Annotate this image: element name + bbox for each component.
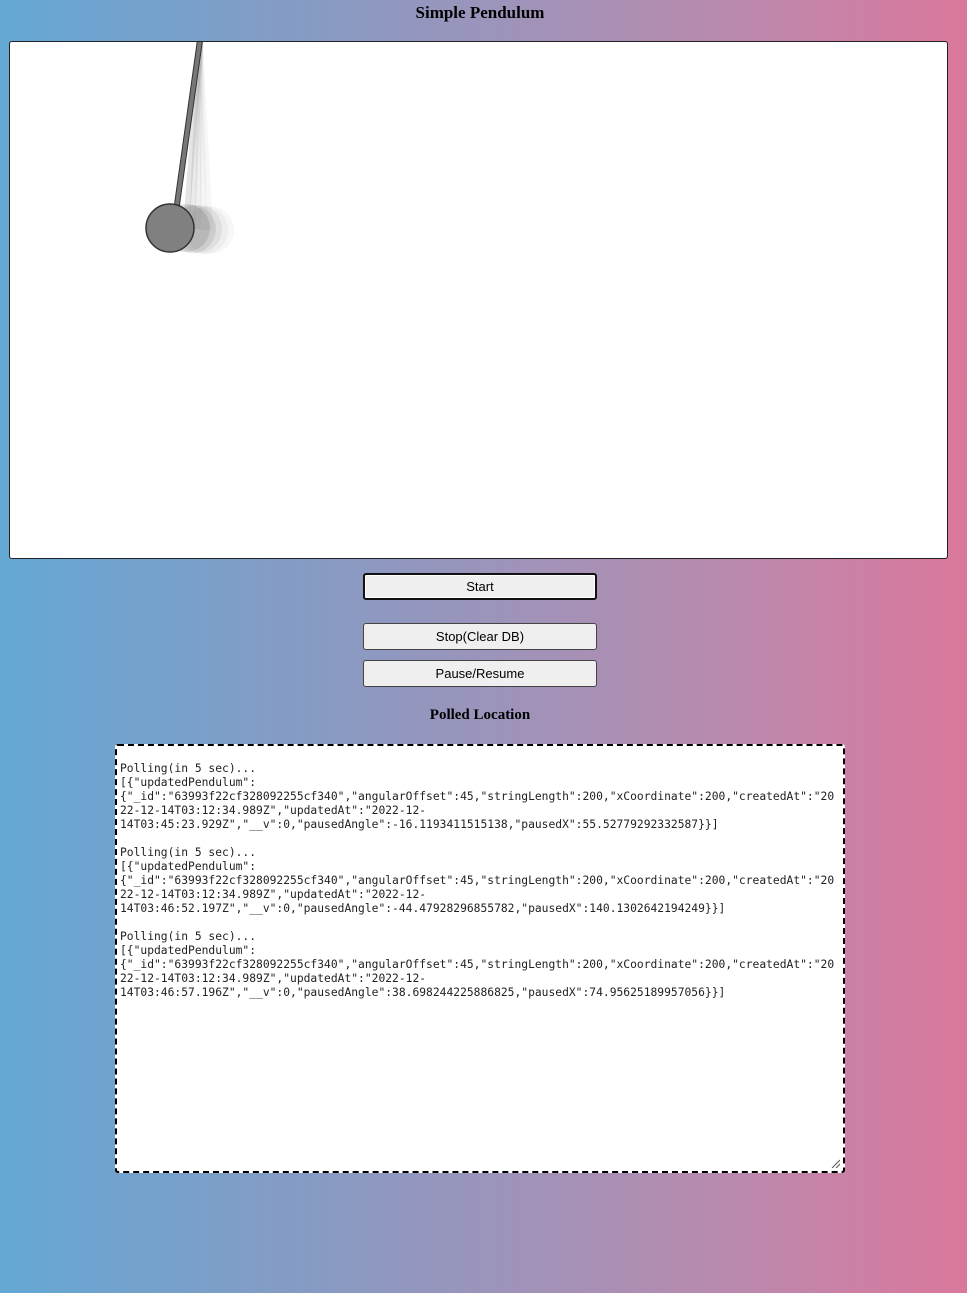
log-entry-status: Polling(in 5 sec)...	[120, 930, 257, 943]
polled-location-textarea[interactable]: Polling(in 5 sec)... [{"updatedPendulum"…	[115, 744, 845, 1173]
log-entry-status: Polling(in 5 sec)...	[120, 762, 257, 775]
log-entry-payload: [{"updatedPendulum": {"_id":"63993f22cf3…	[120, 944, 835, 999]
polled-location-heading: Polled Location	[429, 707, 531, 723]
log-entry-payload: [{"updatedPendulum": {"_id":"63993f22cf3…	[120, 860, 835, 915]
log-entry: Polling(in 5 sec)... [{"updatedPendulum"…	[120, 846, 840, 916]
log-entry-status: Polling(in 5 sec)...	[120, 846, 257, 859]
page-title: Simple Pendulum	[415, 3, 545, 22]
log-entry: Polling(in 5 sec)... [{"updatedPendulum"…	[120, 762, 840, 832]
start-button[interactable]: Start	[363, 573, 597, 600]
log-entry: Polling(in 5 sec)... [{"updatedPendulum"…	[120, 930, 840, 1000]
pendulum-bob	[145, 203, 195, 253]
stop-clear-db-button[interactable]: Stop(Clear DB)	[363, 623, 597, 650]
pendulum-canvas[interactable]	[9, 41, 948, 559]
log-entry-payload: [{"updatedPendulum": {"_id":"63993f22cf3…	[120, 776, 835, 831]
pendulum-drawing	[145, 42, 228, 254]
resize-grip-icon[interactable]	[831, 1159, 840, 1168]
pause-resume-button[interactable]: Pause/Resume	[363, 660, 597, 687]
